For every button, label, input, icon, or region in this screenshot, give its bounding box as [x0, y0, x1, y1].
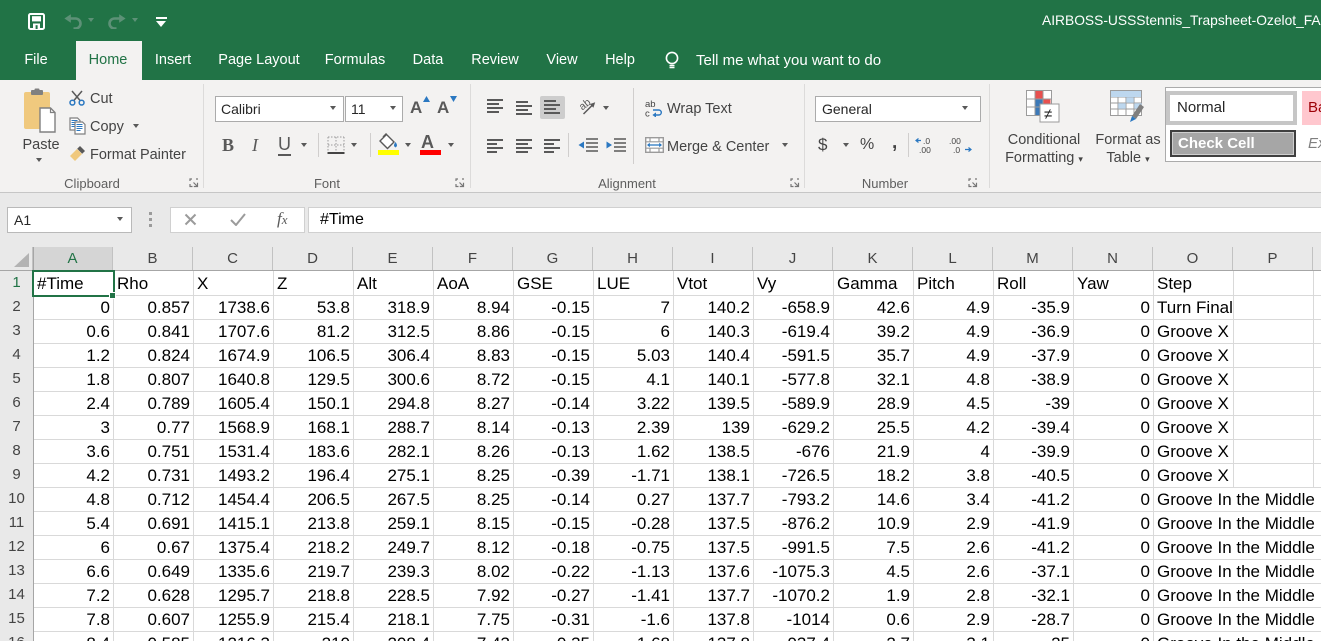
svg-text:.0: .0	[953, 145, 960, 154]
svg-text:.00: .00	[919, 145, 931, 154]
svg-text:c: c	[645, 109, 650, 118]
svg-text:≠: ≠	[1044, 106, 1052, 123]
